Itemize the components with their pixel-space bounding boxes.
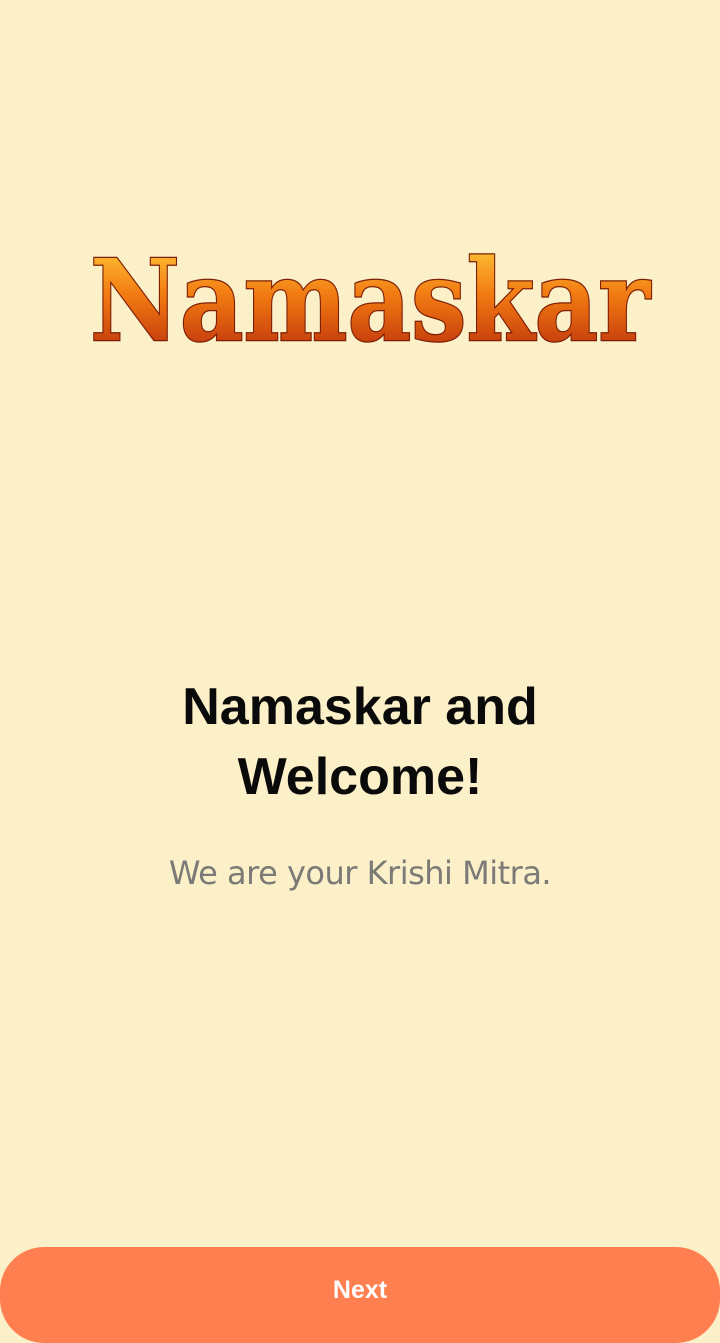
next-button[interactable]: Next — [0, 1247, 720, 1343]
namaskar-logo: Namaskar — [0, 222, 720, 372]
welcome-title: Namaskar and Welcome! — [182, 678, 538, 806]
logo-text: Namaskar — [90, 236, 652, 367]
welcome-subtitle: We are your Krishi Mitra. — [168, 854, 552, 892]
logo-artwork: Namaskar — [89, 235, 653, 369]
